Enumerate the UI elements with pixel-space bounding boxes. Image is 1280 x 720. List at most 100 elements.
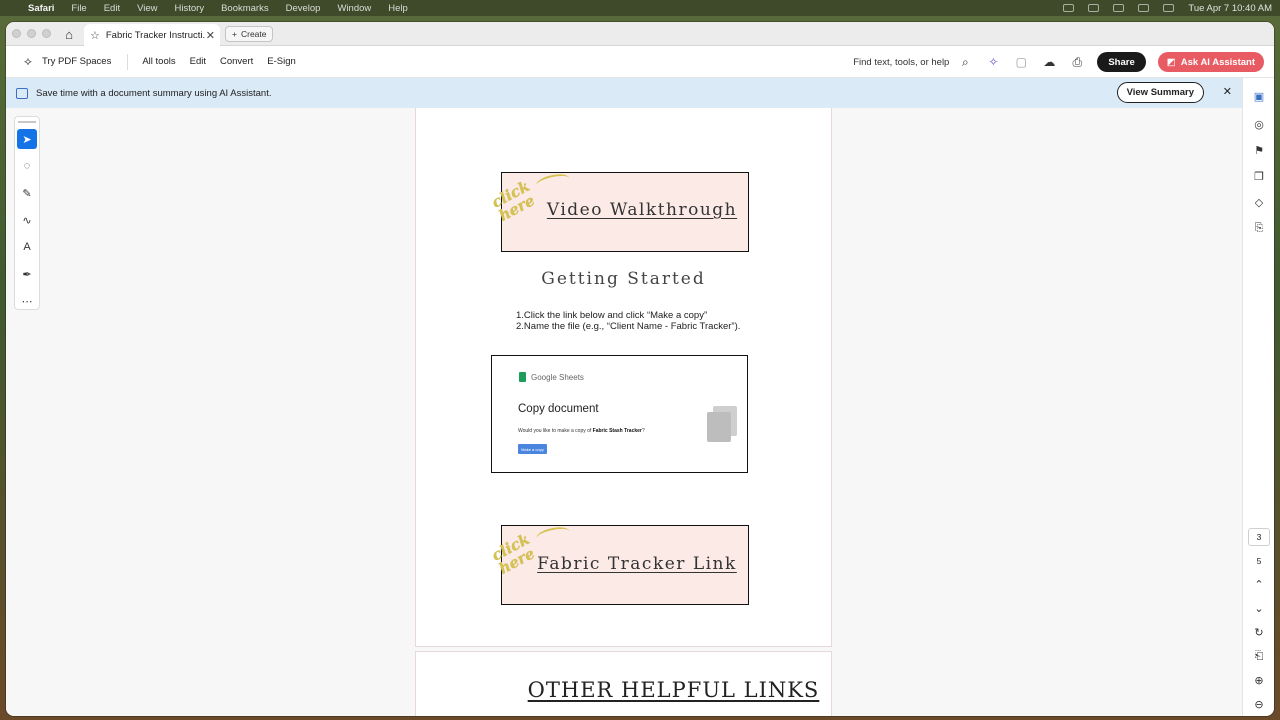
ai-sparkle-icon[interactable]: ✧: [985, 54, 1001, 70]
pdf-spaces-button[interactable]: ⟡ Try PDF Spaces: [20, 54, 111, 70]
tab-bar: ⌂ ☆ Fabric Tracker Instructi... ✕ + Crea…: [6, 22, 1274, 46]
ai-summary-icon[interactable]: ▣: [1251, 88, 1267, 104]
menu-history[interactable]: History: [175, 3, 205, 14]
copy-question-doc: Fabric Stash Tracker: [592, 428, 642, 434]
attachments-icon[interactable]: ⎘: [1251, 220, 1267, 236]
google-sheets-brand: Google Sheets: [519, 372, 584, 382]
copy-document-title: Copy document: [518, 403, 599, 415]
right-side-rail: ▣ ◎ ⚑ ❐ ◇ ⎘ 3 5 ⌃ ⌄ ↻ ⎗ ⊕ ⊖: [1242, 78, 1274, 716]
fabric-tracker-link[interactable]: click here Fabric Tracker Link: [489, 524, 749, 605]
spaces-label: Try PDF Spaces: [42, 56, 112, 67]
summary-banner: Save time with a document summary using …: [6, 78, 1242, 108]
menubar-clock[interactable]: Tue Apr 7 10:40 AM: [1188, 3, 1272, 14]
lasso-draw-icon[interactable]: ∿: [17, 210, 37, 230]
more-tools-icon[interactable]: ⋯: [17, 291, 37, 311]
quick-tools-rail: ➤ ◌ ✎ ∿ A ✒ ⋯: [14, 116, 40, 310]
create-label: Create: [240, 29, 267, 39]
rail-grip[interactable]: [18, 121, 36, 123]
wifi-icon[interactable]: [1113, 4, 1125, 12]
print-icon[interactable]: ⎙: [1069, 54, 1085, 70]
video-walkthrough-label: Video Walkthrough: [546, 200, 738, 220]
close-icon[interactable]: ✕: [1223, 85, 1232, 98]
highlight-pen-icon[interactable]: ✎: [17, 183, 37, 203]
menu-bookmarks[interactable]: Bookmarks: [221, 3, 269, 14]
plus-icon: +: [232, 29, 237, 39]
summary-icon: [16, 87, 28, 99]
zoom-in-icon[interactable]: ⊕: [1251, 672, 1267, 688]
tab-title: Fabric Tracker Instructi...: [105, 29, 206, 41]
menu-app[interactable]: Safari: [28, 3, 54, 14]
upload-cloud-icon[interactable]: ☁: [1041, 54, 1057, 70]
select-cursor-icon[interactable]: ➤: [17, 129, 37, 149]
comments-panel-icon[interactable]: ◎: [1251, 116, 1267, 132]
page-fit-icon[interactable]: ⎗: [1251, 648, 1267, 664]
zoom-window-button[interactable]: [42, 29, 51, 38]
layers-icon[interactable]: ◇: [1251, 194, 1267, 210]
pdf-page: click here Video Walkthrough Getting Star…: [415, 108, 832, 647]
copy-question-suffix: ?: [641, 428, 645, 434]
menu-help[interactable]: Help: [388, 3, 408, 14]
create-button[interactable]: + Create: [225, 26, 274, 42]
minimize-window-button[interactable]: [27, 29, 36, 38]
copy-question: Would you like to make a copy of Fabric …: [518, 428, 645, 434]
make-a-copy-button: Make a copy: [518, 444, 547, 454]
menu-window[interactable]: Window: [337, 3, 371, 14]
google-sheets-icon: [519, 372, 526, 382]
window-controls: [12, 29, 51, 38]
zoom-out-icon[interactable]: ⊖: [1251, 696, 1267, 712]
document-copy-icon: [707, 406, 737, 442]
share-button[interactable]: Share: [1097, 52, 1146, 72]
save-icon[interactable]: ▢: [1013, 54, 1029, 70]
pages-icon[interactable]: ❐: [1251, 168, 1267, 184]
acrobat-toolbar: ⟡ Try PDF Spaces All tools Edit Convert …: [6, 46, 1274, 78]
menu-edit[interactable]: Edit: [104, 3, 120, 14]
search-icon[interactable]: ⌕: [957, 54, 973, 70]
close-window-button[interactable]: [12, 29, 21, 38]
toolbar-right: Find text, tools, or help ⌕ ✧ ▢ ☁ ⎙ Shar…: [853, 46, 1264, 78]
ask-ai-label: Ask AI Assistant: [1180, 56, 1255, 68]
copy-question-prefix: Would you like to make a copy of: [518, 428, 593, 434]
comment-icon[interactable]: ◌: [17, 156, 37, 176]
battery-icon[interactable]: [1088, 4, 1100, 12]
total-pages: 5: [1256, 556, 1262, 566]
menu-edit-pdf[interactable]: Edit: [190, 56, 206, 67]
menu-all-tools[interactable]: All tools: [142, 56, 175, 67]
current-page-field[interactable]: 3: [1248, 528, 1270, 546]
browser-window: ⌂ ☆ Fabric Tracker Instructi... ✕ + Crea…: [6, 22, 1274, 716]
ask-ai-button[interactable]: ◩ Ask AI Assistant: [1157, 52, 1264, 72]
chevron-up-icon[interactable]: ⌃: [1251, 576, 1267, 592]
text-box-icon[interactable]: A: [17, 237, 37, 257]
getting-started-heading: Getting Started: [541, 269, 706, 289]
star-icon[interactable]: ☆: [90, 29, 100, 42]
home-icon[interactable]: ⌂: [61, 26, 77, 42]
search-icon[interactable]: [1138, 4, 1150, 12]
find-label[interactable]: Find text, tools, or help: [853, 57, 949, 68]
other-helpful-links-heading: OTHER HELPFUL LINKS: [527, 678, 820, 702]
google-sheets-preview: Google Sheets Copy document Would you li…: [491, 355, 748, 473]
bookmark-icon[interactable]: ⚑: [1251, 142, 1267, 158]
step-2: 2.Name the file (e.g., “Client Name - Fa…: [516, 321, 741, 332]
video-walkthrough-link[interactable]: click here Video Walkthrough: [489, 171, 749, 252]
chevron-down-icon[interactable]: ⌄: [1251, 600, 1267, 616]
menu-file[interactable]: File: [71, 3, 86, 14]
view-summary-button[interactable]: View Summary: [1116, 82, 1204, 103]
fabric-tracker-label: Fabric Tracker Link: [537, 554, 737, 574]
menu-esign[interactable]: E-Sign: [267, 56, 296, 67]
fill-sign-icon[interactable]: ✒: [17, 264, 37, 284]
menu-convert[interactable]: Convert: [220, 56, 253, 67]
toolbar-divider: [127, 53, 129, 70]
dropbox-icon[interactable]: [1063, 4, 1075, 12]
ai-chat-icon: ◩: [1166, 56, 1176, 68]
menu-develop[interactable]: Develop: [286, 3, 321, 14]
pdf-page: OTHER HELPFUL LINKS: [415, 651, 832, 716]
tab-fabric-tracker[interactable]: ☆ Fabric Tracker Instructi... ✕: [84, 24, 220, 46]
steps-list: 1.Click the link below and click “Make a…: [516, 310, 740, 332]
menu-view[interactable]: View: [137, 3, 157, 14]
control-center-icon[interactable]: [1163, 4, 1175, 12]
rotate-icon[interactable]: ↻: [1251, 624, 1267, 640]
document-viewer[interactable]: click here Video Walkthrough Getting Star…: [6, 108, 1242, 716]
spaces-icon: ⟡: [24, 54, 32, 68]
step-1: 1.Click the link below and click “Make a…: [516, 310, 708, 321]
close-tab-icon[interactable]: ✕: [206, 29, 215, 42]
banner-text: Save time with a document summary using …: [36, 87, 272, 99]
